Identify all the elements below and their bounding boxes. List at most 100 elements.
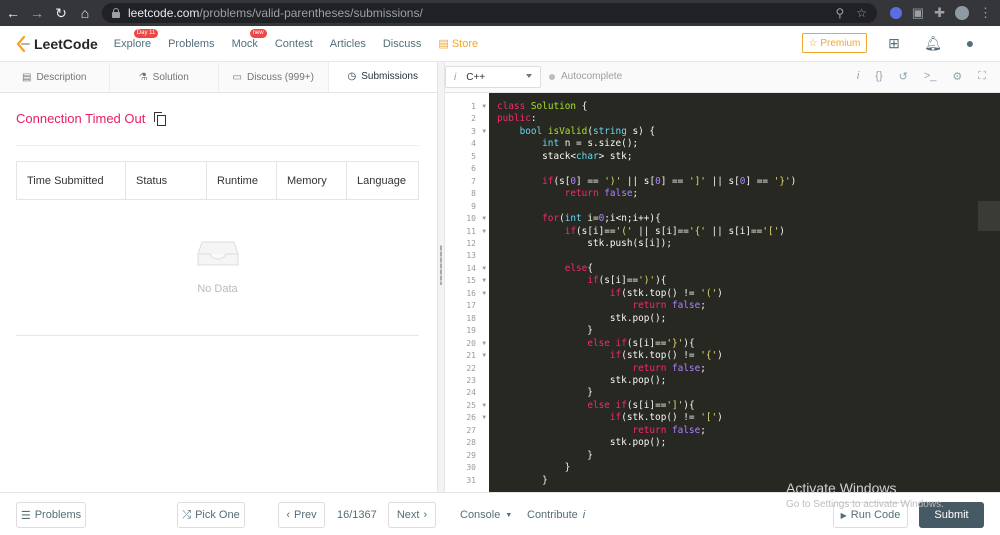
- divider: [16, 335, 419, 336]
- reset-icon[interactable]: ↺: [899, 70, 908, 83]
- fold-arrow-icon[interactable]: ▼: [482, 226, 486, 238]
- info-icon[interactable]: i: [857, 70, 859, 83]
- extension-1-icon[interactable]: [889, 7, 902, 19]
- tab-submissions[interactable]: ◷ Submissions: [328, 62, 437, 92]
- lock-icon: [112, 8, 120, 18]
- nav-discuss[interactable]: Discuss: [383, 38, 422, 50]
- site-navbar: LeetCode Explore Day 11 Problems Mock new …: [0, 26, 1000, 62]
- submissions-table: Time Submitted Status Runtime Memory Lan…: [16, 161, 419, 200]
- code-line: }: [497, 462, 571, 474]
- col-status: Status: [125, 161, 207, 200]
- list-icon: ☰: [20, 509, 31, 522]
- back-icon[interactable]: ←: [2, 2, 24, 24]
- code-line: for(int i=0;i<n;i++){: [542, 213, 661, 225]
- braces-icon[interactable]: {}: [875, 70, 882, 83]
- next-button[interactable]: Next ›: [388, 502, 436, 528]
- code-line: }: [497, 449, 593, 461]
- line-number: 25 ▼: [445, 400, 489, 412]
- code-line: stk.pop();: [497, 312, 667, 324]
- nav-contest[interactable]: Contest: [275, 38, 313, 50]
- fold-arrow-icon[interactable]: ▼: [482, 275, 486, 287]
- fold-arrow-icon[interactable]: ▼: [482, 400, 486, 412]
- tab-discuss[interactable]: ▭ Discuss (999+): [219, 62, 329, 92]
- nav-articles[interactable]: Articles: [330, 38, 366, 50]
- editor-actions: i {} ↺ >_ ⚙ ⛶: [857, 70, 986, 83]
- address-bar[interactable]: leetcode.com/problems/valid-parentheses/…: [102, 3, 877, 23]
- fold-arrow-icon[interactable]: ▼: [482, 412, 486, 424]
- caret-down-icon: ▼: [505, 511, 513, 519]
- leetcode-logo[interactable]: LeetCode: [16, 35, 98, 52]
- console-toggle[interactable]: Console ▼: [460, 509, 512, 521]
- reload-icon[interactable]: ↻: [50, 2, 72, 24]
- playground-icon[interactable]: ⊞: [886, 35, 902, 51]
- line-number: 29: [466, 450, 476, 460]
- table-header-row: Time Submitted Status Runtime Memory Lan…: [16, 161, 419, 200]
- language-select[interactable]: i C++: [445, 66, 541, 88]
- star-icon: ☆: [808, 37, 818, 49]
- nav-mock[interactable]: Mock new: [232, 28, 267, 50]
- code-editor[interactable]: 1 ▼ 2 3 ▼ 4 5 6 7 8 9 10 ▼ 11 ▼ 12 13 14 ▼ 15 ▼ 16 ▼ 17 18 19 20 ▼ 2…: [445, 93, 1000, 492]
- zoom-icon[interactable]: ⚲: [835, 6, 844, 20]
- code-line: else if(s[i]=='}'){: [587, 337, 695, 349]
- forward-icon[interactable]: →: [26, 2, 48, 24]
- code-line: return false;: [632, 424, 706, 436]
- fold-arrow-icon[interactable]: ▼: [482, 338, 486, 350]
- fold-arrow-icon[interactable]: ▼: [482, 213, 486, 225]
- logo-text: LeetCode: [34, 35, 98, 52]
- line-number: 14 ▼: [445, 263, 489, 275]
- language-value: C++: [466, 71, 486, 83]
- notification-bell-icon[interactable]: 🔔︎: [924, 35, 942, 51]
- discuss-icon: ▭: [232, 71, 242, 83]
- settings-gear-icon[interactable]: ⚙: [952, 70, 962, 83]
- bookmark-star-icon[interactable]: ☆: [856, 6, 867, 20]
- fold-arrow-icon[interactable]: ▼: [482, 288, 486, 300]
- nav-explore[interactable]: Explore Day 11: [114, 28, 159, 50]
- puzzle-icon[interactable]: ✚: [934, 5, 945, 21]
- fold-arrow-icon[interactable]: ▼: [482, 263, 486, 275]
- submit-button[interactable]: Submit: [919, 502, 984, 528]
- side-panel-tab[interactable]: [978, 201, 1000, 231]
- fold-arrow-icon[interactable]: ▼: [482, 101, 486, 113]
- home-icon[interactable]: ⌂: [74, 2, 96, 24]
- autocomplete-toggle[interactable]: Autocomplete: [549, 71, 622, 82]
- pick-one-button[interactable]: ⤮ Pick One: [177, 502, 245, 528]
- pane-resize-handle[interactable]: [437, 62, 445, 492]
- code-line: class Solution {: [497, 101, 588, 112]
- line-number: 28: [466, 438, 476, 448]
- problem-tabs: ▤ Description ⚗ Solution ▭ Discuss (999+) ◷…: [0, 62, 437, 93]
- tab-solution[interactable]: ⚗ Solution: [110, 62, 219, 92]
- clock-icon: ◷: [347, 71, 357, 82]
- browser-menu-icon[interactable]: ⋮: [979, 5, 992, 21]
- premium-button[interactable]: ☆ Premium: [802, 33, 867, 53]
- line-number: 12: [466, 238, 476, 248]
- empty-inbox-icon: [197, 241, 238, 266]
- nav-store[interactable]: ▤ Store: [438, 37, 478, 50]
- code-line: public:: [497, 113, 537, 125]
- fullscreen-icon[interactable]: ⛶: [978, 70, 986, 83]
- nav-problems[interactable]: Problems: [168, 38, 214, 50]
- info-icon: i: [454, 71, 457, 83]
- user-avatar-icon[interactable]: ●: [962, 35, 978, 51]
- line-number: 7: [471, 176, 476, 186]
- code-content[interactable]: class Solution { public: bool isValid(st…: [497, 101, 997, 487]
- submissions-pane: Connection Timed Out Time Submitted Stat…: [0, 93, 437, 492]
- col-runtime: Runtime: [206, 161, 277, 200]
- tab-description[interactable]: ▤ Description: [0, 62, 110, 92]
- extension-2-icon[interactable]: ▣: [912, 5, 924, 21]
- fold-arrow-icon[interactable]: ▼: [482, 350, 486, 362]
- contribute-link[interactable]: Contribute i: [527, 509, 585, 521]
- explore-badge: Day 11: [133, 28, 159, 38]
- line-number: 18: [466, 313, 476, 323]
- status-title: Connection Timed Out: [16, 111, 146, 126]
- profile-avatar-icon[interactable]: [955, 6, 969, 20]
- run-code-button[interactable]: ▶ Run Code: [833, 502, 908, 528]
- code-line: else{: [564, 262, 593, 274]
- fold-arrow-icon[interactable]: ▼: [482, 126, 486, 138]
- problems-list-button[interactable]: ☰ Problems: [16, 502, 86, 528]
- terminal-icon[interactable]: >_: [924, 70, 937, 83]
- copy-icon[interactable]: [154, 112, 167, 126]
- code-line: if(s[i]==')'){: [587, 275, 667, 287]
- prev-button[interactable]: ‹ Prev: [278, 502, 325, 528]
